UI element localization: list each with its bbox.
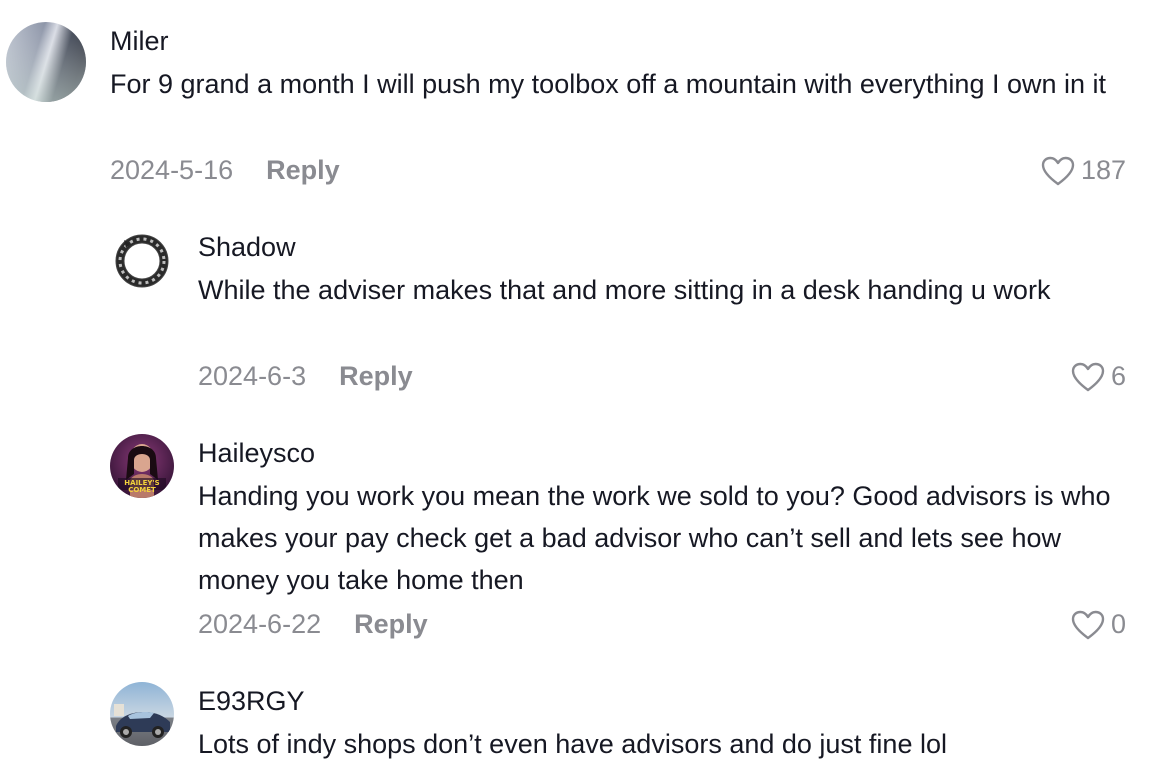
comment-text: For 9 grand a month I will push my toolb… [110, 69, 1107, 99]
avatar[interactable] [110, 228, 174, 292]
heart-icon[interactable] [1041, 156, 1075, 186]
comment-text: Lots of indy shops don’t even have advis… [198, 729, 947, 759]
ouroboros-ring-avatar-icon [110, 228, 174, 292]
svg-text:COMET: COMET [128, 486, 156, 494]
like-control[interactable]: 187 [1041, 155, 1126, 186]
comment-meta: 2024-5-16 Reply [110, 155, 340, 186]
comment-text: Handing you work you mean the work we so… [198, 481, 1111, 595]
car-photo-avatar-icon [110, 682, 174, 746]
comment-meta: 2024-6-22 Reply [198, 609, 428, 640]
like-count: 187 [1080, 155, 1126, 185]
username[interactable]: Shadow [198, 232, 296, 263]
username[interactable]: Miler [110, 26, 169, 57]
like-count: 0 [1110, 609, 1126, 639]
heart-icon[interactable] [1071, 610, 1105, 640]
reply-button[interactable]: Reply [266, 155, 340, 186]
portrait-avatar-icon: HAILEY'S COMET [110, 434, 174, 498]
avatar[interactable] [110, 682, 174, 746]
username[interactable]: E93RGY [198, 686, 305, 717]
comment-date: 2024-5-16 [110, 155, 234, 185]
comment-meta: 2024-6-3 Reply [198, 361, 413, 392]
username[interactable]: Haileysco [198, 438, 315, 469]
comment-text: While the adviser makes that and more si… [198, 275, 1051, 305]
comment-date: 2024-6-3 [198, 361, 307, 391]
like-control[interactable]: 6 [1071, 361, 1126, 392]
comment-date: 2024-6-22 [198, 609, 322, 639]
like-control[interactable]: 0 [1071, 609, 1126, 640]
avatar[interactable]: HAILEY'S COMET [110, 434, 174, 498]
avatar[interactable] [6, 22, 86, 102]
heart-icon[interactable] [1071, 362, 1105, 392]
reply-button[interactable]: Reply [339, 361, 413, 392]
blurred-gradient-avatar-icon [6, 22, 86, 102]
like-count: 6 [1110, 361, 1126, 391]
reply-button[interactable]: Reply [354, 609, 428, 640]
